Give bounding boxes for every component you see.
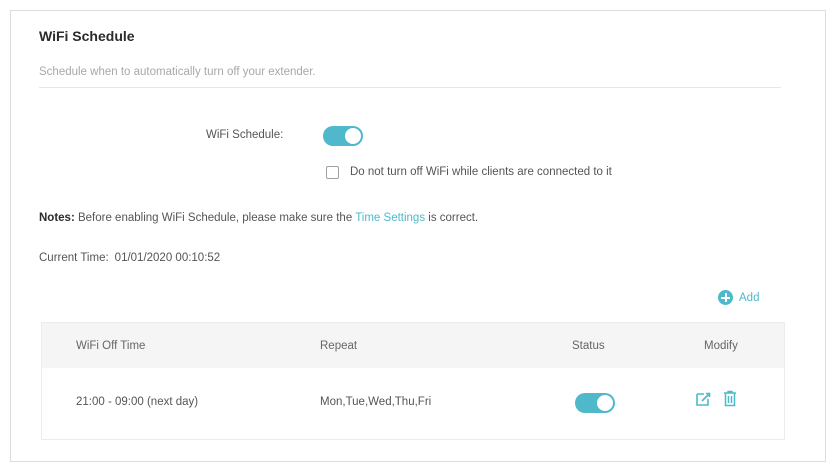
page-subtitle: Schedule when to automatically turn off … [39,66,316,78]
add-label: Add [739,291,760,304]
header-modify: Modify [704,340,738,352]
toggle-knob [345,128,361,144]
page-title: WiFi Schedule [39,28,135,44]
notes-prefix: Notes: [39,212,75,224]
header-off-time: WiFi Off Time [76,340,146,352]
schedule-table: WiFi Off Time Repeat Status Modify 21:00… [41,322,785,440]
header-status: Status [572,340,605,352]
table-header: WiFi Off Time Repeat Status Modify [42,323,784,368]
cell-repeat: Mon,Tue,Wed,Thu,Fri [320,396,432,408]
edit-icon[interactable] [695,391,711,407]
current-time: Current Time: 01/01/2020 00:10:52 [39,252,220,264]
header-repeat: Repeat [320,340,358,352]
notes: Notes: Before enabling WiFi Schedule, pl… [39,212,478,224]
current-time-label: Current Time: [39,252,109,264]
toggle-knob [597,395,613,411]
divider [39,87,781,88]
wifi-schedule-label: WiFi Schedule: [206,129,284,141]
wifi-schedule-toggle[interactable] [323,126,363,146]
current-time-value: 01/01/2020 00:10:52 [114,252,221,264]
notes-suffix: is correct. [425,212,479,224]
cell-off-time: 21:00 - 09:00 (next day) [76,396,199,408]
time-settings-link[interactable]: Time Settings [355,212,425,224]
add-icon [718,290,733,305]
delete-icon[interactable] [723,390,737,407]
keep-wifi-checkbox[interactable] [326,166,339,179]
keep-wifi-checkbox-label[interactable]: Do not turn off WiFi while clients are c… [350,166,612,178]
row-status-toggle[interactable] [575,393,615,413]
notes-text: Before enabling WiFi Schedule, please ma… [74,212,356,224]
add-button[interactable]: Add [718,290,759,305]
